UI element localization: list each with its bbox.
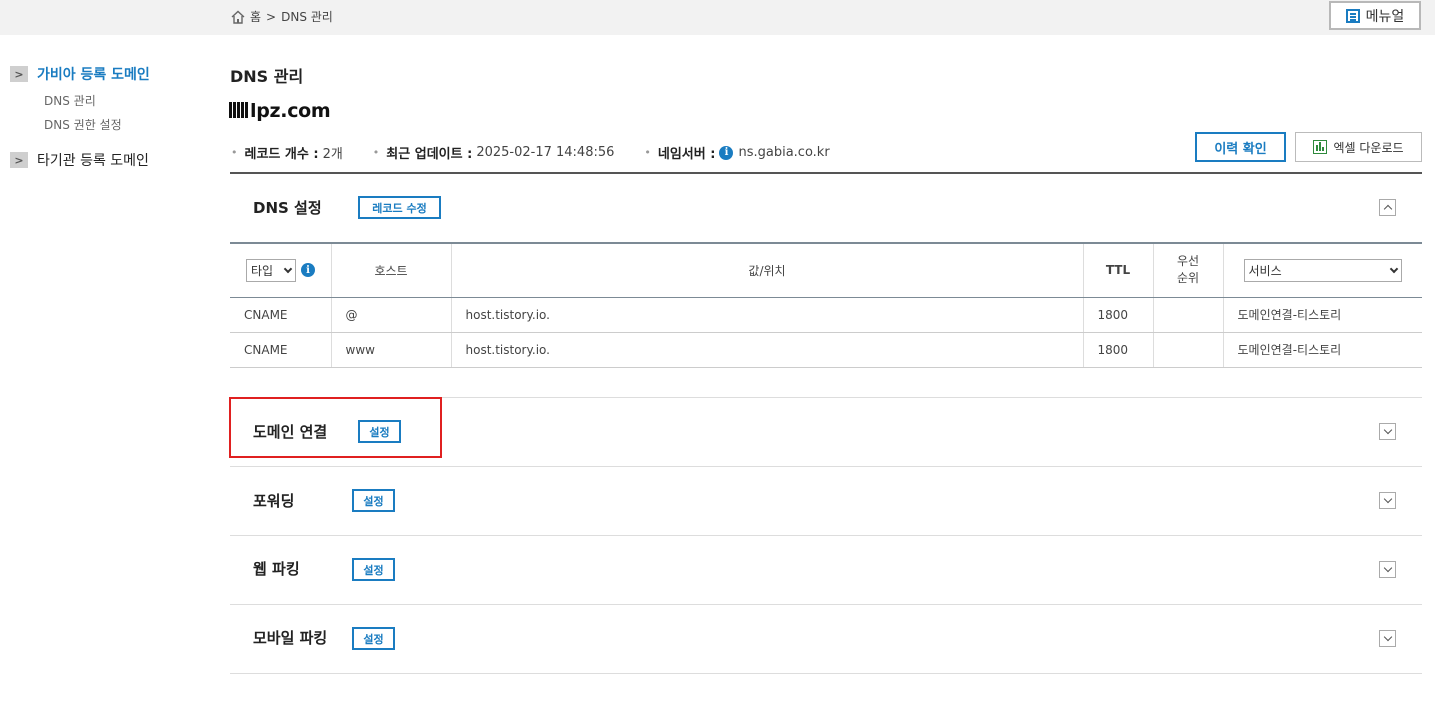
column-service: 서비스 [1223, 242, 1422, 298]
domain-name-text: lpz.com [250, 100, 331, 122]
type-filter-value: 타입 [251, 263, 274, 278]
expand-toggle[interactable] [1379, 561, 1396, 578]
divider [230, 673, 1422, 674]
chevron-down-icon [283, 264, 293, 273]
column-type: 타입 i [230, 242, 332, 298]
cell-ttl: 1800 [1083, 297, 1154, 333]
priority-line2: 순위 [1176, 271, 1200, 286]
forwarding-settings-button[interactable]: 설정 [352, 489, 395, 512]
info-icon[interactable]: i [719, 145, 734, 160]
divider [230, 535, 1422, 536]
record-count: • 레코드 개수 : 2개 [231, 143, 343, 162]
divider [230, 604, 1422, 605]
chevron-down-icon [1383, 425, 1392, 435]
sidebar-subitem-dns-manage[interactable]: DNS 관리 [44, 92, 210, 109]
chevron-right-icon: > [10, 152, 28, 168]
collapse-toggle[interactable] [1379, 199, 1396, 216]
cell-type: CNAME [230, 332, 332, 368]
column-value: 값/위치 [451, 242, 1084, 298]
table-row: CNAME www host.tistory.io. 1800 도메인연결-티스… [230, 332, 1422, 368]
sidebar: > 가비아 등록 도메인 DNS 관리 DNS 권한 설정 > 타기관 등록 도… [10, 64, 210, 170]
forwarding-title: 포워딩 [253, 492, 295, 510]
divider [230, 172, 1422, 174]
cell-priority [1153, 332, 1224, 368]
chevron-down-icon [1383, 632, 1392, 642]
type-filter-select[interactable]: 타입 [246, 258, 296, 282]
chevron-down-icon [1383, 494, 1392, 504]
column-host: 호스트 [331, 242, 452, 298]
manual-label: 메뉴얼 [1365, 8, 1405, 25]
mobile-parking-settings-button[interactable]: 설정 [352, 627, 395, 650]
nameserver: • 네임서버 : i ns.gabia.co.kr [644, 145, 830, 162]
nameserver-value: ns.gabia.co.kr [738, 145, 830, 160]
expand-toggle[interactable] [1379, 423, 1396, 440]
info-icon[interactable]: i [301, 263, 315, 278]
nameserver-label: 네임서버 : [657, 147, 716, 162]
last-updated-label: 최근 업데이트 : [386, 147, 473, 162]
history-button[interactable]: 이력 확인 [1195, 132, 1286, 162]
last-updated: • 최근 업데이트 : 2025-02-17 14:48:56 [372, 145, 615, 162]
column-priority: 우선 순위 [1153, 242, 1224, 298]
breadcrumb: 홈 > DNS 관리 [230, 8, 333, 25]
chevron-right-icon: > [10, 66, 28, 82]
domain-info: • 레코드 개수 : 2개 • 최근 업데이트 : 2025-02-17 14:… [231, 143, 860, 162]
sidebar-item-other-domain[interactable]: > 타기관 등록 도메인 [10, 150, 210, 170]
cell-value: host.tistory.io. [451, 297, 1084, 333]
priority-line1: 우선 [1176, 254, 1200, 269]
redacted-mark [229, 102, 249, 118]
edit-records-button[interactable]: 레코드 수정 [358, 196, 441, 219]
cell-host: @ [331, 297, 452, 333]
domain-name: lpz.com [229, 100, 331, 122]
breadcrumb-home[interactable]: 홈 [250, 8, 261, 25]
service-filter-value: 서비스 [1248, 263, 1282, 278]
page-title: DNS 관리 [230, 67, 304, 86]
cell-ttl: 1800 [1083, 332, 1154, 368]
manual-button[interactable]: 메뉴얼 [1329, 1, 1421, 30]
breadcrumb-current: DNS 관리 [281, 10, 333, 24]
web-parking-settings-button[interactable]: 설정 [352, 558, 395, 581]
dns-settings-title: DNS 설정 [253, 199, 322, 217]
excel-chart-icon [1313, 140, 1328, 154]
web-parking-title: 웹 파킹 [253, 560, 300, 578]
record-count-label: 레코드 개수 : [244, 147, 319, 162]
excel-download-label: 엑셀 다운로드 [1333, 140, 1404, 155]
sidebar-subitem-dns-permission[interactable]: DNS 권한 설정 [44, 116, 210, 133]
cell-service: 도메인연결-티스토리 [1223, 297, 1422, 333]
table-header-row: 타입 i 호스트 값/위치 TTL 우선 순위 서비스 [230, 242, 1422, 298]
table-row: CNAME @ host.tistory.io. 1800 도메인연결-티스토리 [230, 297, 1422, 333]
column-ttl-label: TTL [1105, 263, 1131, 278]
chevron-down-icon [1383, 563, 1392, 573]
record-count-value: 2개 [322, 147, 343, 162]
sidebar-item-label: 가비아 등록 도메인 [37, 67, 150, 83]
chevron-up-icon [1383, 204, 1392, 214]
list-icon [1345, 8, 1360, 23]
divider [230, 466, 1422, 467]
home-icon[interactable] [230, 9, 246, 25]
excel-download-button[interactable]: 엑셀 다운로드 [1295, 132, 1422, 162]
cell-host: www [331, 332, 452, 368]
last-updated-value: 2025-02-17 14:48:56 [476, 145, 615, 160]
expand-toggle[interactable] [1379, 630, 1396, 647]
chevron-down-icon [1389, 264, 1398, 273]
service-filter-select[interactable]: 서비스 [1243, 258, 1402, 282]
expand-toggle[interactable] [1379, 492, 1396, 509]
cell-value: host.tistory.io. [451, 332, 1084, 368]
cell-type: CNAME [230, 297, 332, 333]
cell-priority [1153, 297, 1224, 333]
mobile-parking-title: 모바일 파킹 [253, 629, 328, 647]
top-bar: 홈 > DNS 관리 메뉴얼 [0, 0, 1435, 35]
dns-records-table: 타입 i 호스트 값/위치 TTL 우선 순위 서비스 CNAME @ host… [230, 242, 1422, 368]
cell-service: 도메인연결-티스토리 [1223, 332, 1422, 368]
sidebar-item-gabia-domain[interactable]: > 가비아 등록 도메인 [10, 64, 210, 84]
sidebar-item-label: 타기관 등록 도메인 [37, 153, 149, 169]
column-ttl: TTL [1083, 242, 1154, 298]
highlight-box [229, 397, 442, 458]
breadcrumb-separator: > [266, 9, 277, 24]
